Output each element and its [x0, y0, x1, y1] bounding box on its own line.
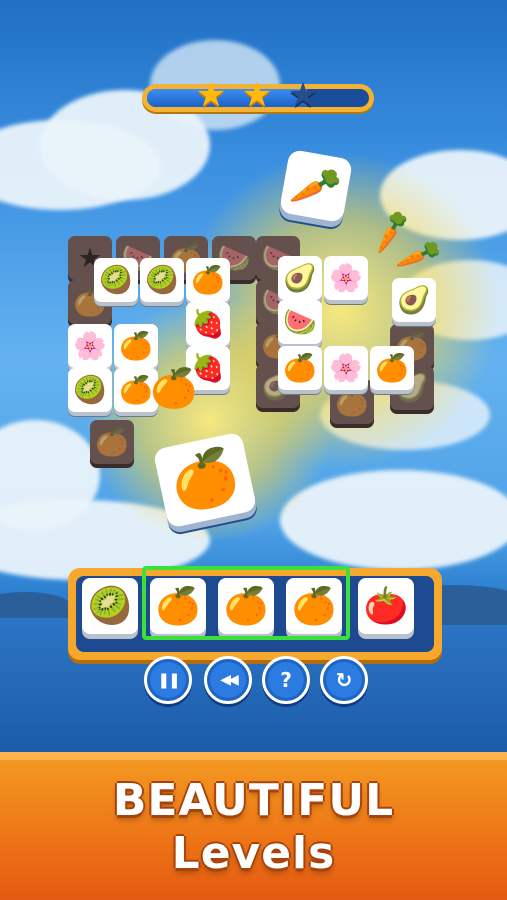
tile-cherry-blossom[interactable]: 🌸	[324, 256, 368, 300]
orange-slice-icon: 🍊	[119, 374, 153, 406]
tile-strawberry[interactable]: 🍓	[186, 302, 230, 346]
tile-orange[interactable]: 🍊	[278, 346, 322, 390]
orange-slice-icon: 🍊	[283, 352, 317, 384]
pause-button[interactable]: ❚❚	[144, 656, 192, 704]
passion-fruit-icon: 🥝	[73, 374, 107, 406]
cherry-blossom-icon: 🌸	[329, 262, 363, 294]
tomato-icon: 🍅	[363, 586, 409, 627]
strawberry-icon: 🍓	[191, 308, 225, 340]
refresh-icon: ↻	[326, 662, 362, 698]
passion-fruit-icon: 🥝	[145, 264, 179, 296]
cherry-blossom-icon: 🌸	[329, 352, 363, 384]
tray-slot-kiwi: 🥝	[82, 578, 138, 634]
orange-slice-icon: 🍊	[150, 366, 198, 410]
game-scene: ★ ★ ★ ★ 🍉 🍊 🍉 🍉 🍊 🍉 🍊 🥑 🍊 🥑 🍊 🍊 🥝 🥝 🍊 🍓 …	[0, 0, 507, 900]
watermelon-icon: 🍉	[283, 306, 317, 338]
tile-avocado[interactable]: 🥑	[392, 278, 436, 322]
carrot-icon: 🥕	[287, 159, 345, 214]
orange-slice-icon: 🍊	[375, 352, 409, 384]
shuffle-button[interactable]: ↻	[320, 656, 368, 704]
level-progress-bar: ★ ★ ★	[142, 78, 374, 112]
island	[0, 592, 70, 618]
tile-avocado[interactable]: 🥑	[278, 256, 322, 300]
pause-icon: ❚❚	[150, 662, 186, 698]
tile-orange[interactable]: 🍊	[370, 346, 414, 390]
orange-slice-icon: 🍊	[119, 330, 153, 362]
banner-subheadline: Levels	[171, 828, 336, 879]
passion-fruit-icon: 🥝	[99, 264, 133, 296]
flying-tile-carrot: 🥕	[278, 148, 354, 224]
star-icon: ★	[195, 75, 227, 115]
avocado-icon: 🥑	[283, 262, 317, 294]
tile-cherry-blossom[interactable]: 🌸	[324, 346, 368, 390]
avocado-icon: 🥑	[397, 284, 431, 316]
tray-slot-tomato: 🍅	[358, 578, 414, 634]
rewind-icon: ◀◀	[210, 662, 246, 698]
orange-slice-icon: 🍊	[165, 441, 245, 518]
tile-orange[interactable]: 🍊	[114, 324, 158, 368]
tile-orange[interactable]: 🍊	[186, 258, 230, 302]
tile-cherry-blossom[interactable]: 🌸	[68, 324, 112, 368]
hint-button[interactable]: ?	[262, 656, 310, 704]
banner-edge	[0, 752, 507, 760]
undo-button[interactable]: ◀◀	[204, 656, 252, 704]
tile-passion-fruit[interactable]: 🥝	[94, 258, 138, 302]
orange-slice-icon: 🍊	[191, 264, 225, 296]
tile-passion-fruit[interactable]: 🥝	[140, 258, 184, 302]
cherry-blossom-icon: 🌸	[73, 330, 107, 362]
star-icon: ★	[287, 75, 319, 115]
tile-locked: 🍊	[90, 420, 134, 464]
star-icon: ★	[241, 75, 273, 115]
kiwi-icon: 🥝	[87, 586, 133, 627]
question-icon: ?	[268, 662, 304, 698]
banner-headline: BEAUTIFUL	[112, 775, 395, 826]
match-highlight	[142, 566, 350, 640]
tile-passion-fruit[interactable]: 🥝	[68, 368, 112, 412]
tile-watermelon[interactable]: 🍉	[278, 300, 322, 344]
